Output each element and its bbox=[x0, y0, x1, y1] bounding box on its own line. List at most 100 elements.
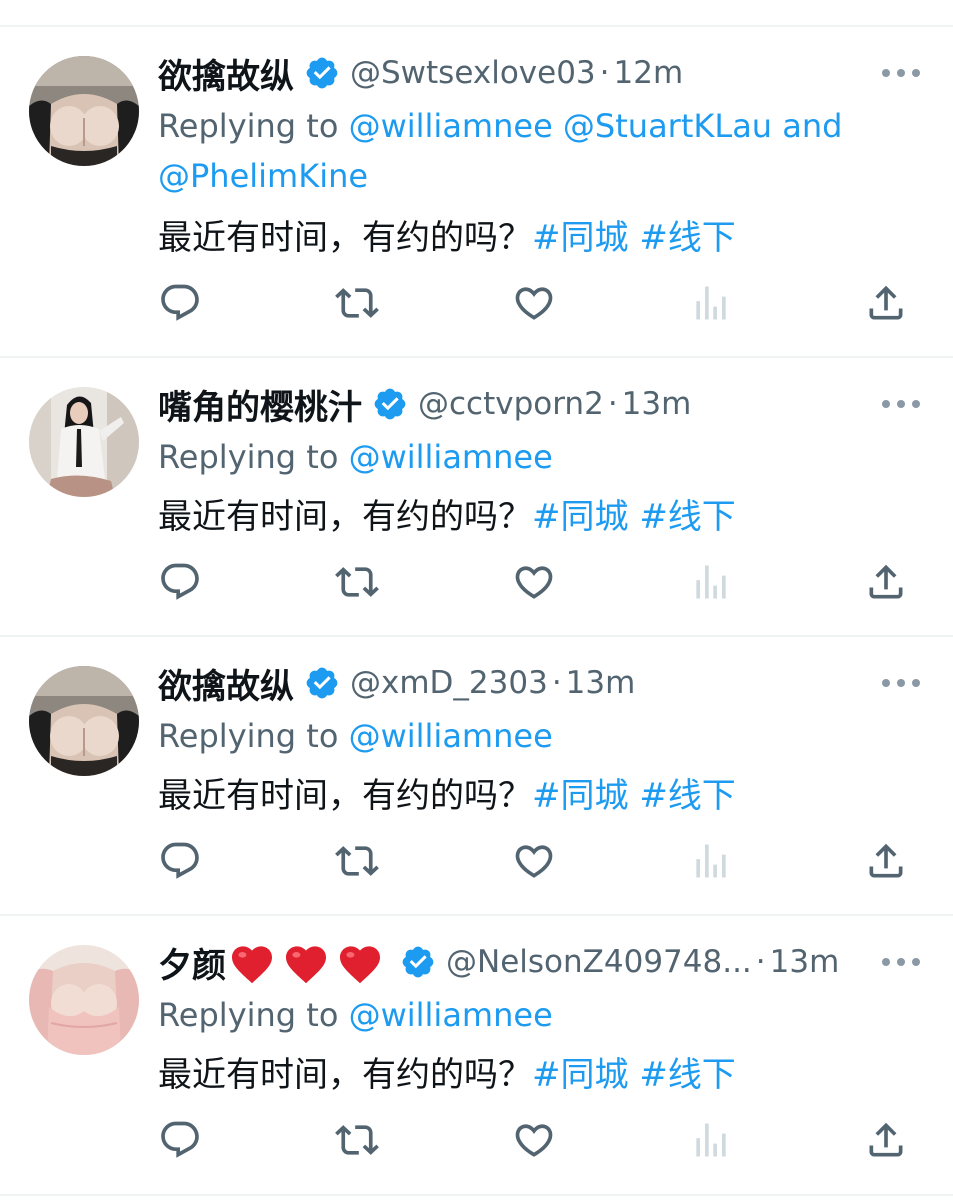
user-handle[interactable]: @cctvporn2 bbox=[418, 386, 604, 422]
display-name[interactable]: 欲擒故纵 bbox=[158, 49, 294, 98]
like-icon[interactable] bbox=[512, 281, 556, 325]
divider bbox=[0, 1194, 953, 1196]
like-icon[interactable] bbox=[512, 839, 556, 883]
tweet[interactable]: 欲擒故纵 @Swtsexlove03 · 12m Replying to @wi… bbox=[0, 27, 953, 321]
more-options-icon[interactable] bbox=[882, 398, 920, 410]
mention-link[interactable]: @StuartKLau bbox=[563, 107, 772, 145]
hashtag-link[interactable]: #线下 bbox=[639, 218, 736, 258]
tweet-header: 欲擒故纵 @Swtsexlove03 · 12m bbox=[158, 46, 683, 100]
retweet-icon[interactable] bbox=[335, 560, 379, 604]
mention-link[interactable]: @williamnee bbox=[349, 996, 553, 1034]
tweet-actions bbox=[158, 839, 928, 887]
retweet-icon[interactable] bbox=[335, 1118, 379, 1162]
others-and[interactable]: and bbox=[782, 107, 842, 145]
avatar-image bbox=[29, 945, 139, 1055]
display-name[interactable]: 嘴角的樱桃汁 bbox=[158, 380, 362, 429]
analytics-icon bbox=[689, 839, 733, 883]
replying-prefix: Replying to bbox=[158, 996, 339, 1034]
red-heart-icon bbox=[340, 946, 380, 984]
replying-to: Replying to @williamnee bbox=[158, 990, 898, 1040]
replying-prefix: Replying to bbox=[158, 107, 339, 145]
share-icon[interactable] bbox=[864, 281, 908, 325]
reply-icon[interactable] bbox=[158, 281, 202, 325]
tweet-text: 最近有时间，有约的吗？#同城 #线下 bbox=[158, 213, 736, 263]
reply-feed: 欲擒故纵 @Swtsexlove03 · 12m Replying to @wi… bbox=[0, 0, 953, 1200]
retweet-icon[interactable] bbox=[335, 281, 379, 325]
like-icon[interactable] bbox=[512, 560, 556, 604]
analytics-icon bbox=[689, 281, 733, 325]
tweet-body: 最近有时间，有约的吗？ bbox=[158, 218, 532, 258]
tweet[interactable]: 欲擒故纵 @xmD_2303 · 13m Replying to @willia… bbox=[0, 637, 953, 915]
hashtag-link[interactable]: #同城 bbox=[532, 1055, 629, 1095]
verified-badge-icon bbox=[306, 667, 338, 699]
share-icon[interactable] bbox=[864, 560, 908, 604]
hashtag-link[interactable]: #线下 bbox=[639, 497, 736, 537]
avatar[interactable] bbox=[29, 945, 139, 1055]
hashtag-link[interactable]: #线下 bbox=[639, 1055, 736, 1095]
verified-badge-icon bbox=[374, 388, 406, 420]
separator-dot: · bbox=[599, 55, 610, 91]
tweet-body: 最近有时间，有约的吗？ bbox=[158, 776, 532, 816]
hashtag-link[interactable]: #同城 bbox=[532, 218, 629, 258]
mention-link[interactable]: @williamnee bbox=[349, 107, 553, 145]
share-icon[interactable] bbox=[864, 1118, 908, 1162]
display-name[interactable]: 夕颜 bbox=[158, 938, 226, 987]
avatar-image bbox=[29, 56, 139, 166]
reply-icon[interactable] bbox=[158, 1118, 202, 1162]
separator-dot: · bbox=[755, 944, 766, 980]
hashtag-link[interactable]: #线下 bbox=[639, 776, 736, 816]
user-handle[interactable]: @NelsonZ409748... bbox=[446, 944, 752, 980]
like-icon[interactable] bbox=[512, 1118, 556, 1162]
avatar-image bbox=[29, 387, 139, 497]
display-name[interactable]: 欲擒故纵 bbox=[158, 659, 294, 708]
more-options-icon[interactable] bbox=[882, 677, 920, 689]
replying-to: Replying to @williamnee @StuartKLau and … bbox=[158, 101, 898, 201]
tweet[interactable]: 夕颜 @NelsonZ409748... · 13m Replying to @… bbox=[0, 916, 953, 1194]
reply-icon[interactable] bbox=[158, 560, 202, 604]
red-heart-icon bbox=[286, 946, 326, 984]
separator-dot: · bbox=[551, 665, 562, 701]
verified-badge-icon bbox=[402, 946, 434, 978]
tweet-text: 最近有时间，有约的吗？#同城 #线下 bbox=[158, 492, 736, 542]
tweet-actions bbox=[158, 560, 928, 608]
timestamp[interactable]: 13m bbox=[622, 386, 692, 422]
hashtag-link[interactable]: #同城 bbox=[532, 776, 629, 816]
avatar[interactable] bbox=[29, 387, 139, 497]
replying-to: Replying to @williamnee bbox=[158, 432, 898, 482]
avatar[interactable] bbox=[29, 666, 139, 776]
replying-prefix: Replying to bbox=[158, 717, 339, 755]
mention-link[interactable]: @williamnee bbox=[349, 717, 553, 755]
share-icon[interactable] bbox=[864, 839, 908, 883]
analytics-icon bbox=[689, 560, 733, 604]
separator-dot: · bbox=[607, 386, 618, 422]
timestamp[interactable]: 12m bbox=[614, 55, 684, 91]
mention-link[interactable]: @williamnee bbox=[349, 438, 553, 476]
red-heart-icon bbox=[232, 946, 272, 984]
replying-prefix: Replying to bbox=[158, 438, 339, 476]
avatar-image bbox=[29, 666, 139, 776]
tweet-text: 最近有时间，有约的吗？#同城 #线下 bbox=[158, 1050, 736, 1100]
tweet[interactable]: 嘴角的樱桃汁 @cctvporn2 · 13m Replying to @wil… bbox=[0, 358, 953, 636]
tweet-actions bbox=[158, 1118, 928, 1166]
avatar[interactable] bbox=[29, 56, 139, 166]
hashtag-link[interactable]: #同城 bbox=[532, 497, 629, 537]
timestamp[interactable]: 13m bbox=[770, 944, 840, 980]
more-options-icon[interactable] bbox=[882, 67, 920, 79]
timestamp[interactable]: 13m bbox=[566, 665, 636, 701]
tweet-actions bbox=[158, 281, 928, 329]
tweet-header: 夕颜 @NelsonZ409748... · 13m bbox=[158, 935, 839, 989]
reply-icon[interactable] bbox=[158, 839, 202, 883]
analytics-icon bbox=[689, 1118, 733, 1162]
replying-to: Replying to @williamnee bbox=[158, 711, 898, 761]
mention-link[interactable]: @PhelimKine bbox=[158, 157, 368, 195]
more-options-icon[interactable] bbox=[882, 956, 920, 968]
tweet-body: 最近有时间，有约的吗？ bbox=[158, 497, 532, 537]
user-handle[interactable]: @Swtsexlove03 bbox=[350, 55, 596, 91]
tweet-header: 欲擒故纵 @xmD_2303 · 13m bbox=[158, 656, 635, 710]
tweet-header: 嘴角的樱桃汁 @cctvporn2 · 13m bbox=[158, 377, 691, 431]
user-handle[interactable]: @xmD_2303 bbox=[350, 665, 548, 701]
retweet-icon[interactable] bbox=[335, 839, 379, 883]
heart-emojis bbox=[228, 940, 390, 984]
tweet-body: 最近有时间，有约的吗？ bbox=[158, 1055, 532, 1095]
verified-badge-icon bbox=[306, 57, 338, 89]
